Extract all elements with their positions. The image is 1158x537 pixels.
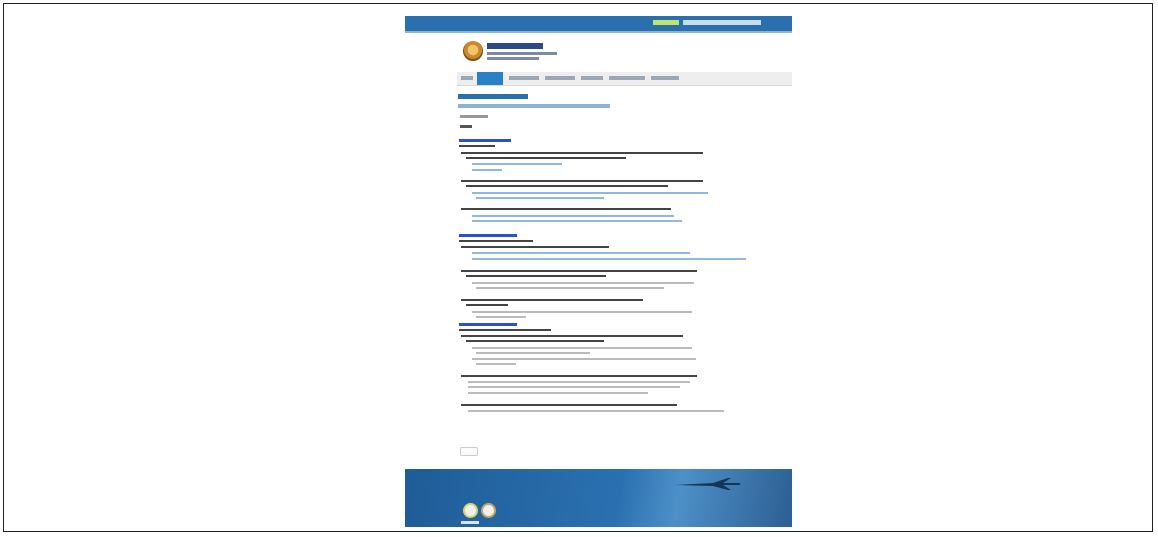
question-line: [461, 375, 697, 377]
answer-text: [468, 392, 648, 394]
question-line: [466, 185, 668, 187]
site-subtitle-en: [487, 57, 539, 60]
question-line: [461, 152, 703, 154]
section-heading-link[interactable]: [459, 234, 517, 237]
question-line: [461, 335, 683, 337]
nav-item[interactable]: [581, 76, 603, 80]
article-body: [458, 139, 792, 459]
answer-link[interactable]: [476, 197, 604, 199]
page-title: [458, 94, 528, 99]
logo-seal-icon[interactable]: [463, 41, 483, 61]
answer-text: [476, 352, 590, 354]
question-line: [466, 304, 508, 306]
answer-link[interactable]: [472, 220, 682, 222]
footer-badge-icon[interactable]: [481, 503, 496, 518]
site-title[interactable]: [487, 43, 543, 49]
section-caption: [459, 329, 551, 331]
question-line: [461, 208, 671, 210]
question-line: [466, 275, 606, 277]
section-caption: [459, 240, 533, 242]
answer-text: [472, 347, 692, 349]
answer-link[interactable]: [472, 192, 708, 194]
site-footer: [405, 469, 792, 527]
post-date: [460, 115, 488, 118]
answer-text: [472, 282, 694, 284]
answer-text: [468, 410, 724, 412]
nav-item[interactable]: [651, 76, 679, 80]
footer-badge-icon[interactable]: [463, 503, 478, 518]
question-line: [461, 246, 609, 248]
main-nav: [457, 72, 792, 86]
web-page: [405, 16, 792, 527]
question-line: [461, 180, 703, 182]
answer-link[interactable]: [472, 258, 746, 260]
airplane-icon: [675, 478, 741, 490]
back-button[interactable]: [460, 447, 478, 456]
question-line: [461, 404, 677, 406]
top-link-secondary[interactable]: [683, 20, 761, 25]
question-line: [461, 270, 697, 272]
page-subtitle: [458, 104, 610, 108]
answer-text: [476, 316, 526, 318]
answer-text: [472, 311, 692, 313]
top-link-primary[interactable]: [653, 20, 679, 25]
header-divider: [405, 31, 792, 33]
question-line: [466, 340, 604, 342]
footer-text: [461, 521, 479, 524]
answer-text: [476, 287, 664, 289]
nav-item-active[interactable]: [477, 72, 503, 85]
section-heading-link[interactable]: [459, 139, 511, 142]
answer-link[interactable]: [472, 169, 502, 171]
answer-link[interactable]: [472, 163, 562, 165]
site-subtitle: [487, 52, 557, 55]
nav-item[interactable]: [609, 76, 645, 80]
section-caption: [459, 145, 495, 147]
question-line: [466, 157, 626, 159]
section-heading-link[interactable]: [459, 323, 517, 326]
top-bar: [405, 16, 792, 31]
answer-text: [472, 358, 696, 360]
answer-text: [468, 386, 680, 388]
view-count: [460, 125, 472, 128]
answer-link[interactable]: [472, 215, 674, 217]
answer-link[interactable]: [472, 252, 690, 254]
answer-text: [468, 381, 690, 383]
nav-item[interactable]: [509, 76, 539, 80]
question-line: [461, 299, 643, 301]
nav-item[interactable]: [545, 76, 575, 80]
answer-text: [476, 363, 516, 365]
nav-item-home[interactable]: [461, 76, 473, 80]
